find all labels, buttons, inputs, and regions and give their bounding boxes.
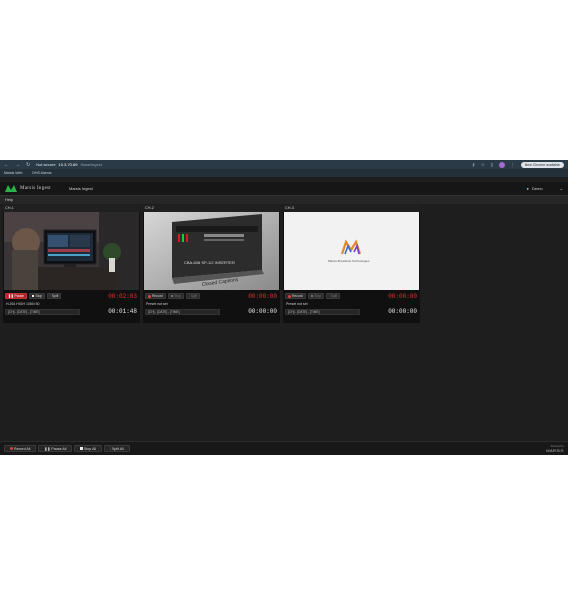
record-button[interactable]: Record [145, 293, 166, 299]
browser-address-bar: ← → ↻ Not secure 10.3.70.69/ltuse/ingest… [0, 160, 568, 169]
pause-icon: ❚❚ [8, 294, 14, 298]
pause-all-label: Pause All [51, 446, 67, 451]
split-icon: ⫶ [328, 294, 330, 298]
record-label: Record [152, 294, 163, 298]
pause-icon: ❚❚ [44, 446, 51, 451]
pause-button[interactable]: ❚❚ Pause [5, 293, 27, 299]
split-icon: ⫶ [188, 294, 190, 298]
stop-icon [310, 294, 314, 298]
not-secure-label: Not secure [36, 162, 56, 167]
split-icon: ⫶ [50, 294, 52, 298]
recording-timer: 00:00:00 [248, 292, 277, 300]
help-menu[interactable]: Help [0, 196, 568, 204]
preset-label: Preset not set [146, 302, 168, 306]
channel-title: CH-3 [283, 205, 420, 212]
split-icon: ⫶ [110, 446, 111, 451]
channel-preview-3: Marsis Broadcast Technologies [284, 212, 419, 290]
elapsed-time: 00:00:00 [248, 308, 277, 315]
channel-preview-2: CBA-608 SP-1/2 INSERTER Closed Captions [144, 212, 279, 290]
channel-preview-1 [4, 212, 139, 290]
channel-controls: Record Stop ⫶ Split 00:00:00 [144, 292, 279, 300]
split-label: Split [190, 294, 198, 298]
stop-all-label: Stop All [83, 446, 97, 451]
powered-by-brand: MARSIS [546, 447, 564, 453]
marsis-logo-icon [5, 185, 17, 192]
channel-card-2: CH-2 CBA-608 SP-1/2 INSERTER Closed Capt… [143, 205, 280, 323]
split-all-button[interactable]: ⫶ Split All [104, 445, 130, 452]
recording-timer: 00:00:00 [388, 292, 417, 300]
key-icon[interactable]: ⚷ [472, 162, 475, 167]
app-header: Marsis Ingest Marsis Ingest ● Demo ⌄ [0, 182, 568, 196]
app-title: Marsis Ingest [68, 186, 93, 191]
brand-name: Marsis Ingest [20, 186, 51, 191]
url-path: /ltuse/ingest [80, 162, 102, 167]
split-label: Split [52, 294, 59, 298]
record-all-label: Record All [14, 446, 31, 451]
forward-icon[interactable]: → [15, 162, 20, 168]
split-button[interactable]: ⫶ Split [47, 293, 62, 299]
stop-icon [80, 447, 83, 450]
channel-controls: ❚❚ Pause Stop ⫶ Split 00:02:03 [4, 292, 139, 300]
filename-format-field[interactable]: [CH] - [DATE] - [TIME] [145, 309, 220, 315]
record-label: Record [292, 294, 303, 298]
stop-icon [170, 294, 174, 298]
stop-button[interactable]: Stop [167, 293, 184, 299]
preset-label: H.264 HIGH 1080i 50 [6, 302, 40, 306]
bookmark-marsis-web[interactable]: Marsis Web [4, 171, 22, 175]
stop-all-button[interactable]: Stop All [74, 445, 103, 452]
url-host: 10.3.70.69 [58, 162, 78, 167]
menu-dots-icon[interactable]: ⋮ [511, 162, 515, 167]
record-icon [148, 294, 151, 298]
recording-timer: 00:02:03 [108, 292, 137, 300]
bookmark-dhs-alarms[interactable]: DHS Alarms [32, 171, 51, 175]
stop-label: Stop [174, 294, 181, 298]
filename-format-field[interactable]: [CH] - [DATE] - [TIME] [5, 309, 80, 315]
channel-card-3: CH-3 Marsis Broadcast Technologies Recor… [283, 205, 420, 323]
stop-button[interactable]: Stop [28, 293, 46, 299]
channel-controls: Record Stop ⫶ Split 00:00:00 [284, 292, 419, 300]
record-button[interactable]: Record [285, 293, 306, 299]
channel-title: CH-1 [3, 205, 140, 212]
chevron-down-icon[interactable]: ⌄ [560, 186, 563, 191]
record-icon [288, 294, 291, 298]
profile-avatar[interactable] [498, 161, 505, 168]
stop-button[interactable]: Stop [307, 293, 324, 299]
pause-all-button[interactable]: ❚❚ Pause All [38, 445, 73, 452]
reload-icon[interactable]: ↻ [26, 162, 30, 168]
star-icon[interactable]: ☆ [481, 162, 485, 167]
sidebar-icon[interactable]: ▯ [491, 162, 493, 167]
powered-by: Powered by MARSIS [546, 445, 564, 453]
record-all-button[interactable]: Record All [4, 445, 37, 452]
stop-icon [31, 294, 35, 298]
logo-caption: Marsis Broadcast Technologies [328, 259, 370, 263]
elapsed-time: 00:00:00 [388, 308, 417, 315]
user-name: Demo [531, 186, 543, 191]
filename-format-field[interactable]: [CH] - [DATE] - [TIME] [285, 309, 360, 315]
url-field[interactable]: Not secure 10.3.70.69/ltuse/ingest [36, 162, 102, 167]
update-chrome-button[interactable]: New Chrome available [520, 161, 564, 168]
split-all-label: Split All [112, 446, 124, 451]
record-icon [10, 447, 13, 450]
channel-title: CH-2 [143, 205, 280, 212]
elapsed-time: 00:01:48 [108, 308, 137, 315]
channel-card-1: CH-1 ❚❚ Pause Stop ⫶ Split 00:02:03 H.26… [3, 205, 140, 323]
split-button[interactable]: ⫶ Split [325, 293, 341, 299]
product-text: CBA-608 SP-1/2 INSERTER [184, 260, 235, 265]
user-menu[interactable]: ● Demo ⌄ [527, 186, 563, 191]
stop-label: Stop [35, 294, 43, 298]
split-label: Split [330, 294, 338, 298]
stop-label: Stop [314, 294, 321, 298]
back-icon[interactable]: ← [4, 162, 9, 168]
split-button[interactable]: ⫶ Split [185, 293, 201, 299]
user-icon: ● [526, 186, 529, 191]
preset-label: Preset not set [286, 302, 308, 306]
pause-label: Pause [14, 294, 24, 298]
app-screenshot: ← → ↻ Not secure 10.3.70.69/ltuse/ingest… [0, 160, 568, 455]
bookmarks-bar: Marsis Web DHS Alarms [0, 169, 568, 177]
global-controls-bar: Record All ❚❚ Pause All Stop All ⫶ Split A… [0, 441, 568, 455]
